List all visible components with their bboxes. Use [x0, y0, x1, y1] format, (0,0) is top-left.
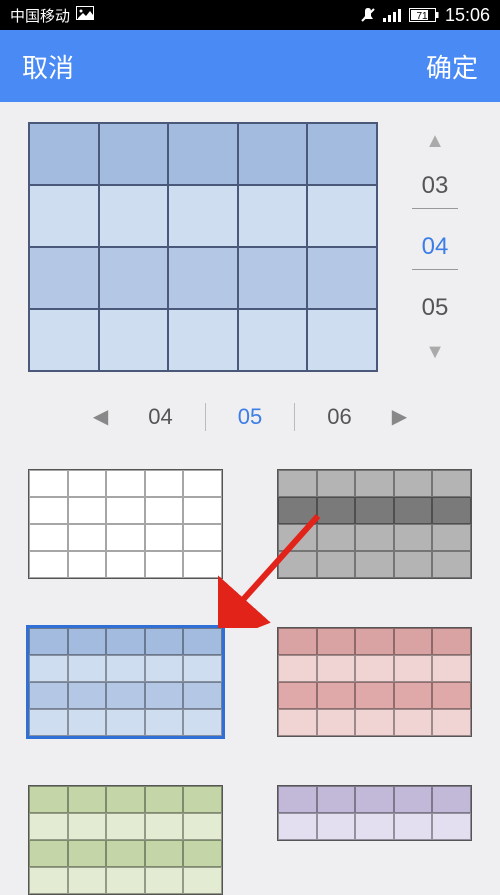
theme-option-red[interactable]: [277, 627, 472, 737]
content-area: ▲ 03 04 05 ▼ ◀ 04 05 06 ▶: [0, 102, 500, 895]
rows-prev-value[interactable]: 03: [412, 164, 458, 208]
theme-option-green[interactable]: [28, 785, 223, 895]
status-bar: 中国移动 71 15:06: [0, 0, 500, 30]
carrier-label: 中国移动: [10, 5, 70, 26]
divider: [294, 403, 295, 431]
image-icon: [76, 6, 94, 24]
rows-next-value[interactable]: 05: [412, 286, 458, 330]
mute-icon: [359, 6, 377, 24]
confirm-button[interactable]: 确定: [426, 48, 478, 85]
divider: [205, 403, 206, 431]
battery-icon: 71: [409, 8, 439, 22]
rows-picker-values: 03 04 05: [412, 164, 458, 330]
theme-option-white[interactable]: [28, 469, 223, 579]
cancel-button[interactable]: 取消: [22, 48, 74, 85]
dialog-header: 取消 确定: [0, 30, 500, 102]
theme-gallery: [28, 469, 472, 895]
divider: [412, 269, 458, 286]
preview-row: ▲ 03 04 05 ▼: [28, 122, 472, 372]
theme-option-gray[interactable]: [277, 469, 472, 579]
divider: [412, 208, 458, 225]
clock-label: 15:06: [445, 5, 490, 26]
cols-right-button[interactable]: ▶: [384, 400, 415, 433]
cols-prev-value[interactable]: 04: [134, 404, 186, 430]
cols-next-value[interactable]: 06: [313, 404, 365, 430]
rows-picker: ▲ 03 04 05 ▼: [378, 122, 472, 372]
style-preview-grid: [28, 122, 378, 372]
cols-picker: ◀ 04 05 06 ▶: [85, 400, 415, 433]
signal-icon: [383, 8, 403, 22]
theme-option-blue[interactable]: [28, 627, 223, 737]
battery-level: 71: [416, 11, 428, 22]
theme-option-purple[interactable]: [277, 785, 472, 841]
status-left: 中国移动: [10, 5, 94, 26]
cols-selected-value[interactable]: 05: [224, 404, 276, 430]
rows-down-button[interactable]: ▼: [425, 341, 445, 364]
rows-up-button[interactable]: ▲: [425, 130, 445, 153]
cols-left-button[interactable]: ◀: [85, 400, 116, 433]
rows-selected-value[interactable]: 04: [412, 225, 458, 269]
status-right: 71 15:06: [359, 5, 490, 26]
